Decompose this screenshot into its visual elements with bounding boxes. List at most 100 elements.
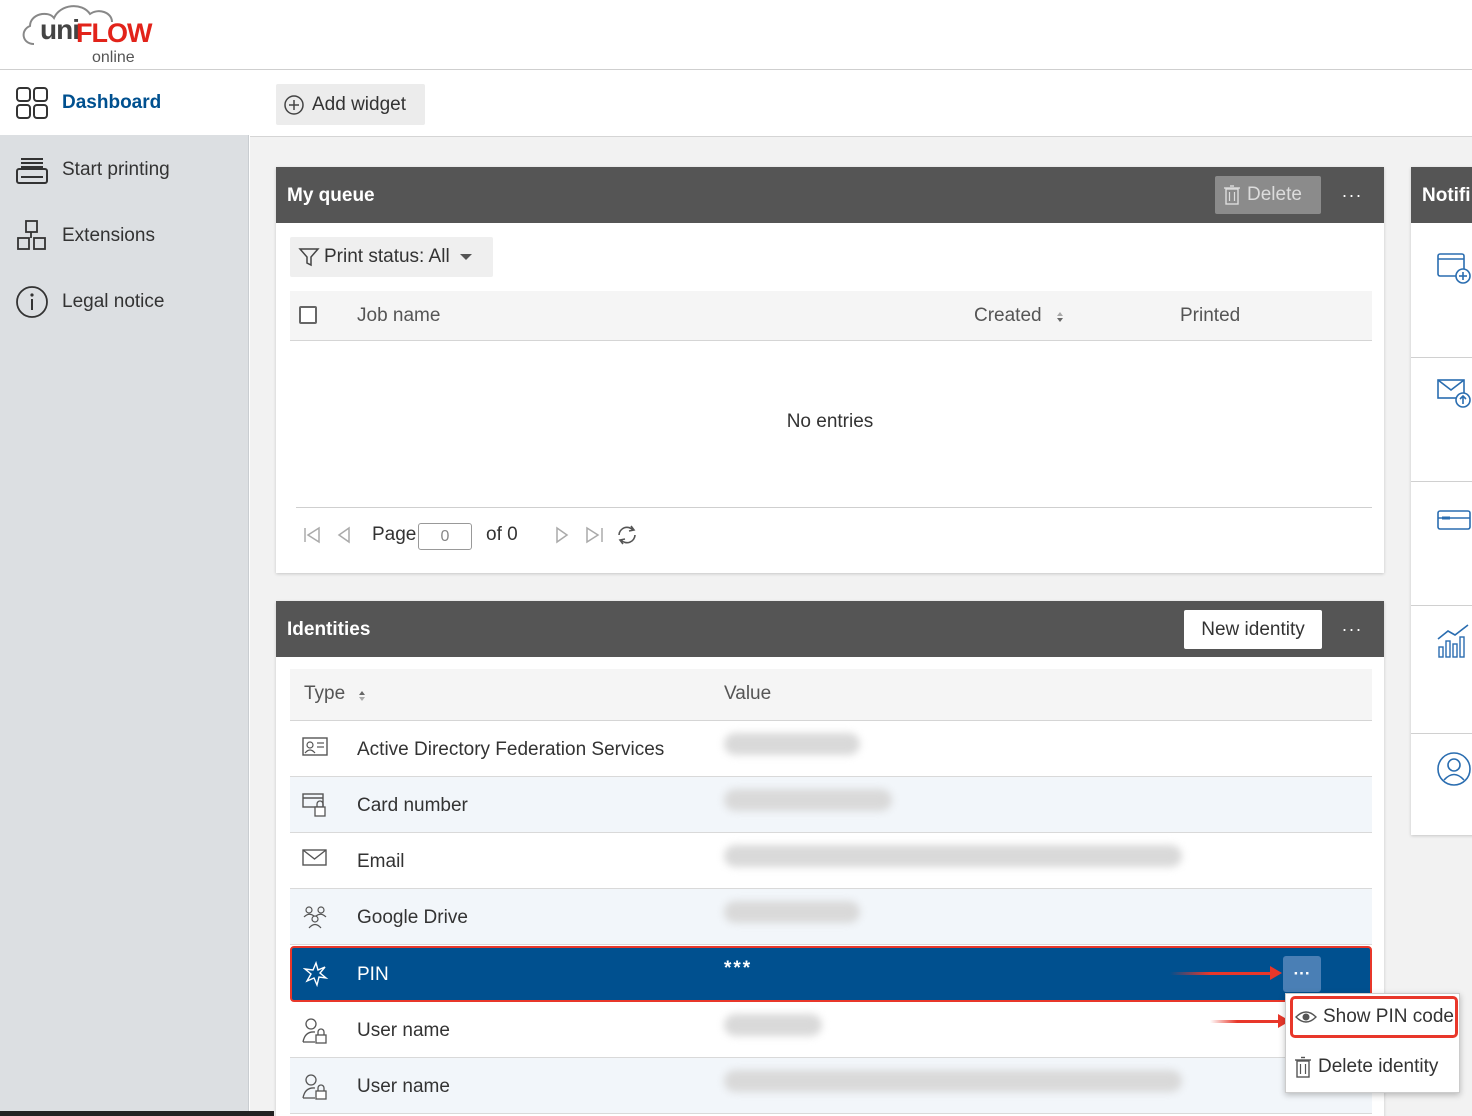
identities-widget: Identities New identity ··· Type Value A… <box>276 601 1384 1116</box>
logo-text-flow: FLOW <box>76 18 152 48</box>
chevron-down-icon <box>459 254 472 260</box>
queue-pager: Page 0 of 0 <box>296 507 1372 567</box>
users-icon <box>303 906 327 929</box>
bar-chart-trend-icon[interactable] <box>1436 623 1472 659</box>
queue-header: My queue Delete ··· <box>276 167 1384 223</box>
app-header: uni FLOW online <box>0 0 1472 70</box>
last-page-icon[interactable] <box>584 525 606 545</box>
identity-value-redacted <box>724 1070 1182 1092</box>
first-page-icon[interactable] <box>302 525 322 545</box>
show-pin-code-menu-item[interactable]: Show PIN code <box>1290 996 1458 1038</box>
queue-more-button[interactable]: ··· <box>1332 175 1372 215</box>
column-created[interactable]: Created <box>974 305 1042 327</box>
column-type[interactable]: Type <box>304 683 345 705</box>
delete-identity-menu-item[interactable]: Delete identity <box>1286 1044 1461 1089</box>
sidebar-item-label: Start printing <box>62 159 170 180</box>
user-lock-icon <box>302 1074 327 1100</box>
filter-label: Print status: All <box>324 246 450 267</box>
page-total-label: of 0 <box>486 524 518 545</box>
add-widget-button[interactable]: Add widget <box>276 84 425 125</box>
sidebar: Dashboard Start printing Extensions Lega… <box>0 71 249 1116</box>
sidebar-item-dashboard[interactable]: Dashboard <box>0 71 249 135</box>
sidebar-item-legal-notice[interactable]: Legal notice <box>0 269 249 335</box>
divider <box>1411 357 1472 358</box>
identity-type: Email <box>357 851 405 872</box>
uniflow-logo[interactable]: uni FLOW online <box>20 0 160 68</box>
delete-label: Delete <box>1247 184 1302 205</box>
trash-icon <box>1295 1056 1311 1078</box>
identity-type: Card number <box>357 795 468 816</box>
window-add-icon[interactable] <box>1436 251 1472 287</box>
dashboard-toolbar: Add widget <box>250 71 1472 137</box>
sidebar-item-start-printing[interactable]: Start printing <box>0 137 249 203</box>
printer-icon <box>16 158 48 184</box>
trash-icon <box>1224 185 1240 205</box>
menu-item-label: Show PIN code <box>1323 1006 1454 1027</box>
sidebar-item-label: Dashboard <box>62 92 162 113</box>
sidebar-item-extensions[interactable]: Extensions <box>0 203 249 269</box>
identity-type: User name <box>357 1076 450 1097</box>
identities-header: Identities New identity ··· <box>276 601 1384 657</box>
divider <box>1411 733 1472 734</box>
identity-value-masked: *** <box>724 958 753 979</box>
sort-icon[interactable] <box>358 689 366 703</box>
column-printed[interactable]: Printed <box>1180 305 1240 327</box>
mail-upload-icon[interactable] <box>1436 377 1472 413</box>
divider <box>1411 481 1472 482</box>
identity-row[interactable]: User name <box>290 1058 1372 1114</box>
sidebar-item-label: Extensions <box>62 225 155 246</box>
next-page-icon[interactable] <box>554 525 570 545</box>
identity-type: Active Directory Federation Services <box>357 739 665 760</box>
identity-row[interactable]: User name <box>290 1002 1372 1058</box>
prev-page-icon[interactable] <box>336 525 352 545</box>
page-number-input[interactable]: 0 <box>418 523 472 550</box>
sidebar-item-label: Legal notice <box>62 291 165 312</box>
annotation-arrow <box>1170 966 1282 980</box>
menu-item-label: Delete identity <box>1318 1055 1439 1077</box>
divider <box>1411 605 1472 606</box>
add-widget-label: Add widget <box>312 93 407 115</box>
column-job-name[interactable]: Job name <box>357 305 440 327</box>
logo-text-uni: uni <box>40 14 80 45</box>
identity-value-redacted <box>724 733 860 755</box>
identity-row-more-button[interactable]: ··· <box>1283 956 1321 992</box>
empty-state-text: No entries <box>786 411 874 432</box>
page-label: Page <box>372 524 417 545</box>
main-content: Add widget My queue Delete ··· Print sta… <box>250 71 1472 1116</box>
identities-title: Identities <box>287 619 371 640</box>
window-edge <box>0 1111 274 1116</box>
id-card-icon <box>302 737 328 756</box>
annotation-arrow <box>1210 1014 1290 1028</box>
identity-type: User name <box>357 1020 450 1041</box>
sort-icon[interactable] <box>1056 310 1064 324</box>
queue-title: My queue <box>287 185 375 206</box>
cubes-icon <box>17 220 46 250</box>
identity-row[interactable]: Email <box>290 833 1372 889</box>
info-circle-icon <box>16 286 48 318</box>
column-value[interactable]: Value <box>724 683 771 705</box>
card-lock-icon <box>302 793 326 817</box>
user-circle-icon[interactable] <box>1436 751 1472 789</box>
envelope-icon <box>302 849 327 866</box>
credit-card-icon[interactable] <box>1436 507 1472 535</box>
identity-row[interactable]: Active Directory Federation Services <box>290 721 1372 777</box>
my-queue-widget: My queue Delete ··· Print status: All Jo… <box>276 167 1384 573</box>
identity-row[interactable]: Card number <box>290 777 1372 833</box>
identity-value-redacted <box>724 789 892 811</box>
dashboard-grid-icon <box>16 87 48 119</box>
filter-funnel-icon <box>298 248 320 267</box>
notifications-header: Notifi <box>1411 167 1472 223</box>
notifications-title: Notifi <box>1422 185 1471 206</box>
logo-text-online: online <box>92 49 135 66</box>
queue-table-header: Job name Created Printed <box>290 291 1372 341</box>
print-status-filter[interactable]: Print status: All <box>290 237 493 277</box>
delete-jobs-button[interactable]: Delete <box>1215 176 1321 214</box>
select-all-checkbox[interactable] <box>299 306 317 324</box>
new-identity-button[interactable]: New identity <box>1184 610 1322 649</box>
identity-value-redacted <box>724 1014 822 1036</box>
identity-type: Google Drive <box>357 907 468 928</box>
identity-row[interactable]: Google Drive <box>290 889 1372 945</box>
refresh-icon[interactable] <box>614 523 640 547</box>
eye-icon <box>1295 1011 1317 1023</box>
identities-more-button[interactable]: ··· <box>1332 609 1372 649</box>
